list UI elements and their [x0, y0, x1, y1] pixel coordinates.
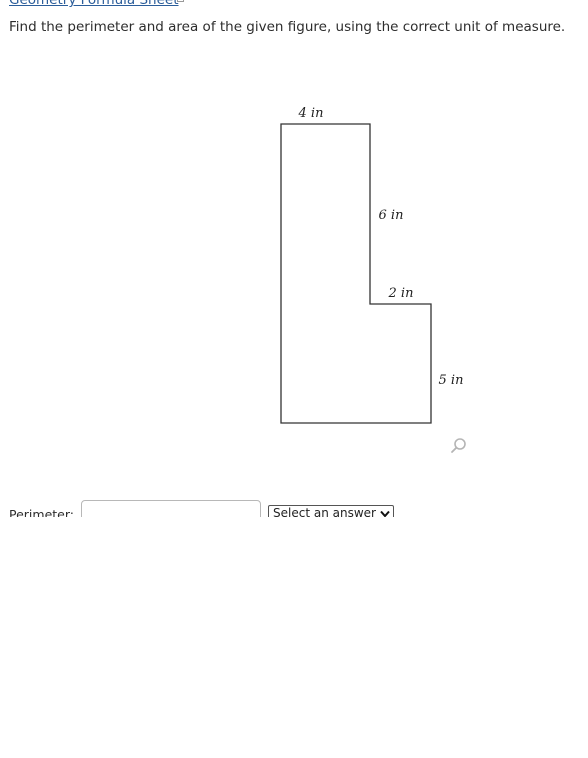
- question-viewport: Geometry Formula Sheet Find the perimete…: [0, 0, 588, 517]
- perimeter-unit-select[interactable]: Select an answer: [268, 505, 394, 517]
- label-top: 4 in: [298, 106, 324, 121]
- magnifier-icon[interactable]: [450, 437, 468, 455]
- label-inner-vertical: 6 in: [379, 208, 404, 223]
- l-shape-figure: 4 in 6 in 2 in 5 in: [280, 106, 464, 424]
- figure-outline: [280, 123, 432, 424]
- perimeter-answer-row: Perimeter: Select an answer: [0, 498, 588, 517]
- unit-select-value: Select an answer: [273, 506, 376, 517]
- chevron-down-icon: [380, 510, 390, 517]
- label-right: 5 in: [439, 373, 464, 388]
- perimeter-input[interactable]: [81, 500, 261, 517]
- label-step: 2 in: [388, 286, 414, 301]
- perimeter-label: Perimeter:: [9, 507, 74, 517]
